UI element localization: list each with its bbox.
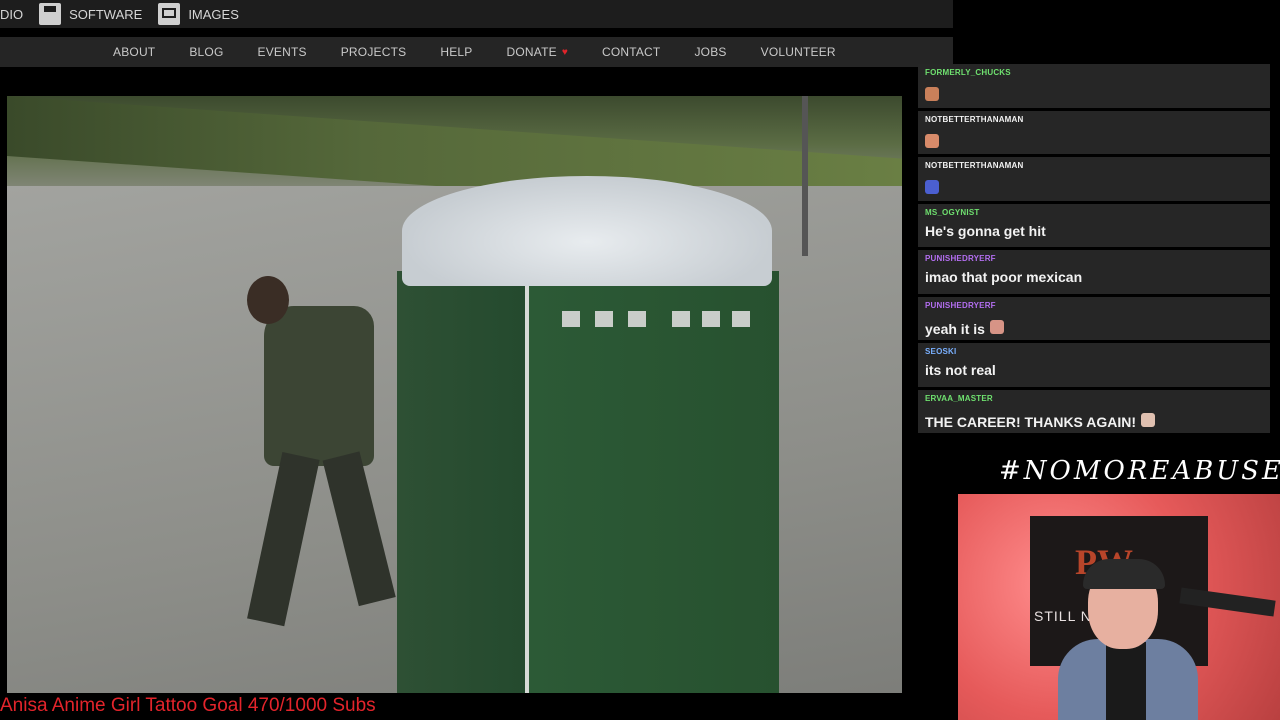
chat-username[interactable]: SEOSKI (925, 347, 1263, 356)
emote-icon (989, 319, 1004, 334)
heart-icon: ♥ (561, 46, 568, 58)
chat-username[interactable]: NOTBETTERTHANAMAN (925, 161, 1263, 170)
chat-username[interactable]: NOTBETTERTHANAMAN (925, 115, 1263, 124)
image-icon (158, 3, 181, 25)
chat-username[interactable]: MS_OGYNIST (925, 208, 1263, 217)
emote-icon (925, 87, 939, 101)
chat-text-content: He's gonna get hit (925, 222, 1046, 239)
emote-icon (925, 180, 939, 194)
chat-text: imao that poor mexican (925, 269, 1263, 285)
chat-text: THE CAREER! THANKS AGAIN! (925, 409, 1263, 430)
video-pole (802, 96, 808, 256)
top-link-partial-label: DIO (0, 6, 24, 22)
streamer (1058, 559, 1198, 720)
nav-events[interactable]: EVENTS (258, 45, 307, 59)
floppy-disk-icon (39, 3, 62, 25)
nav-about[interactable]: ABOUT (113, 45, 155, 59)
chat-message: MS_OGYNIST He's gonna get hit (918, 203, 1270, 247)
video-player[interactable] (7, 96, 902, 693)
chat-message: NOTBETTERTHANAMAN (918, 157, 1270, 201)
main-nav: ABOUT BLOG EVENTS PROJECTS HELP DONATE ♥ … (0, 37, 953, 67)
chat-text: He's gonna get hit (925, 223, 1263, 239)
images-link[interactable]: IMAGES (158, 3, 239, 25)
webcam-feed: PW STILL NOT (958, 494, 1280, 720)
software-link[interactable]: SOFTWARE (39, 3, 142, 25)
nav-blog[interactable]: BLOG (189, 45, 223, 59)
software-label: SOFTWARE (69, 6, 143, 22)
chat-text: its not real (925, 362, 1263, 378)
video-portable-toilet (397, 176, 779, 693)
sub-goal-text: Anisa Anime Girl Tattoo Goal 470/1000 Su… (0, 695, 376, 716)
hashtag-text: #NOMOREABUSE (999, 456, 1280, 486)
top-bar: DIO SOFTWARE IMAGES (0, 0, 953, 28)
chat-text (925, 176, 1263, 197)
chat-message: PUNISHEDRYERF imao that poor mexican (918, 250, 1270, 294)
emote-icon (925, 133, 939, 148)
nav-jobs[interactable]: JOBS (694, 45, 726, 59)
chat-username[interactable]: ERVAA_MASTER (925, 394, 1263, 403)
chat-message: PUNISHEDRYERF yeah it is (918, 296, 1270, 340)
nav-help[interactable]: HELP (440, 45, 472, 59)
chat-panel: FORMERLY_CHUCKS NOTBETTERTHANAMAN NOTBETTE… (918, 64, 1270, 433)
chat-text (925, 83, 1263, 104)
video-person (242, 276, 402, 636)
chat-text-content: its not real (925, 362, 996, 378)
chat-text-content: imao that poor mexican (925, 269, 1083, 285)
nav-donate-label: DONATE (506, 45, 557, 59)
chat-username[interactable]: PUNISHEDRYERF (925, 301, 1263, 310)
chat-message: ERVAA_MASTER THE CAREER! THANKS AGAIN! (918, 389, 1270, 433)
chat-message: SEOSKI its not real (918, 343, 1270, 387)
top-link-partial[interactable]: DIO (0, 7, 23, 22)
nav-volunteer[interactable]: VOLUNTEER (761, 45, 836, 59)
chat-username[interactable]: FORMERLY_CHUCKS (925, 68, 1263, 77)
nav-contact[interactable]: CONTACT (602, 45, 661, 59)
nav-donate[interactable]: DONATE ♥ (506, 45, 567, 59)
images-label: IMAGES (188, 6, 239, 22)
chat-username[interactable]: PUNISHEDRYERF (925, 254, 1263, 263)
chat-text-content: yeah it is (925, 320, 985, 337)
chat-text: yeah it is (925, 316, 1263, 337)
nav-projects[interactable]: PROJECTS (341, 45, 407, 59)
chat-text-content: THE CAREER! THANKS AGAIN! (925, 413, 1137, 430)
chat-message: FORMERLY_CHUCKS (918, 64, 1270, 108)
chat-message: NOTBETTERTHANAMAN (918, 110, 1270, 154)
emote-icon (1141, 412, 1156, 427)
chat-text (925, 130, 1263, 151)
